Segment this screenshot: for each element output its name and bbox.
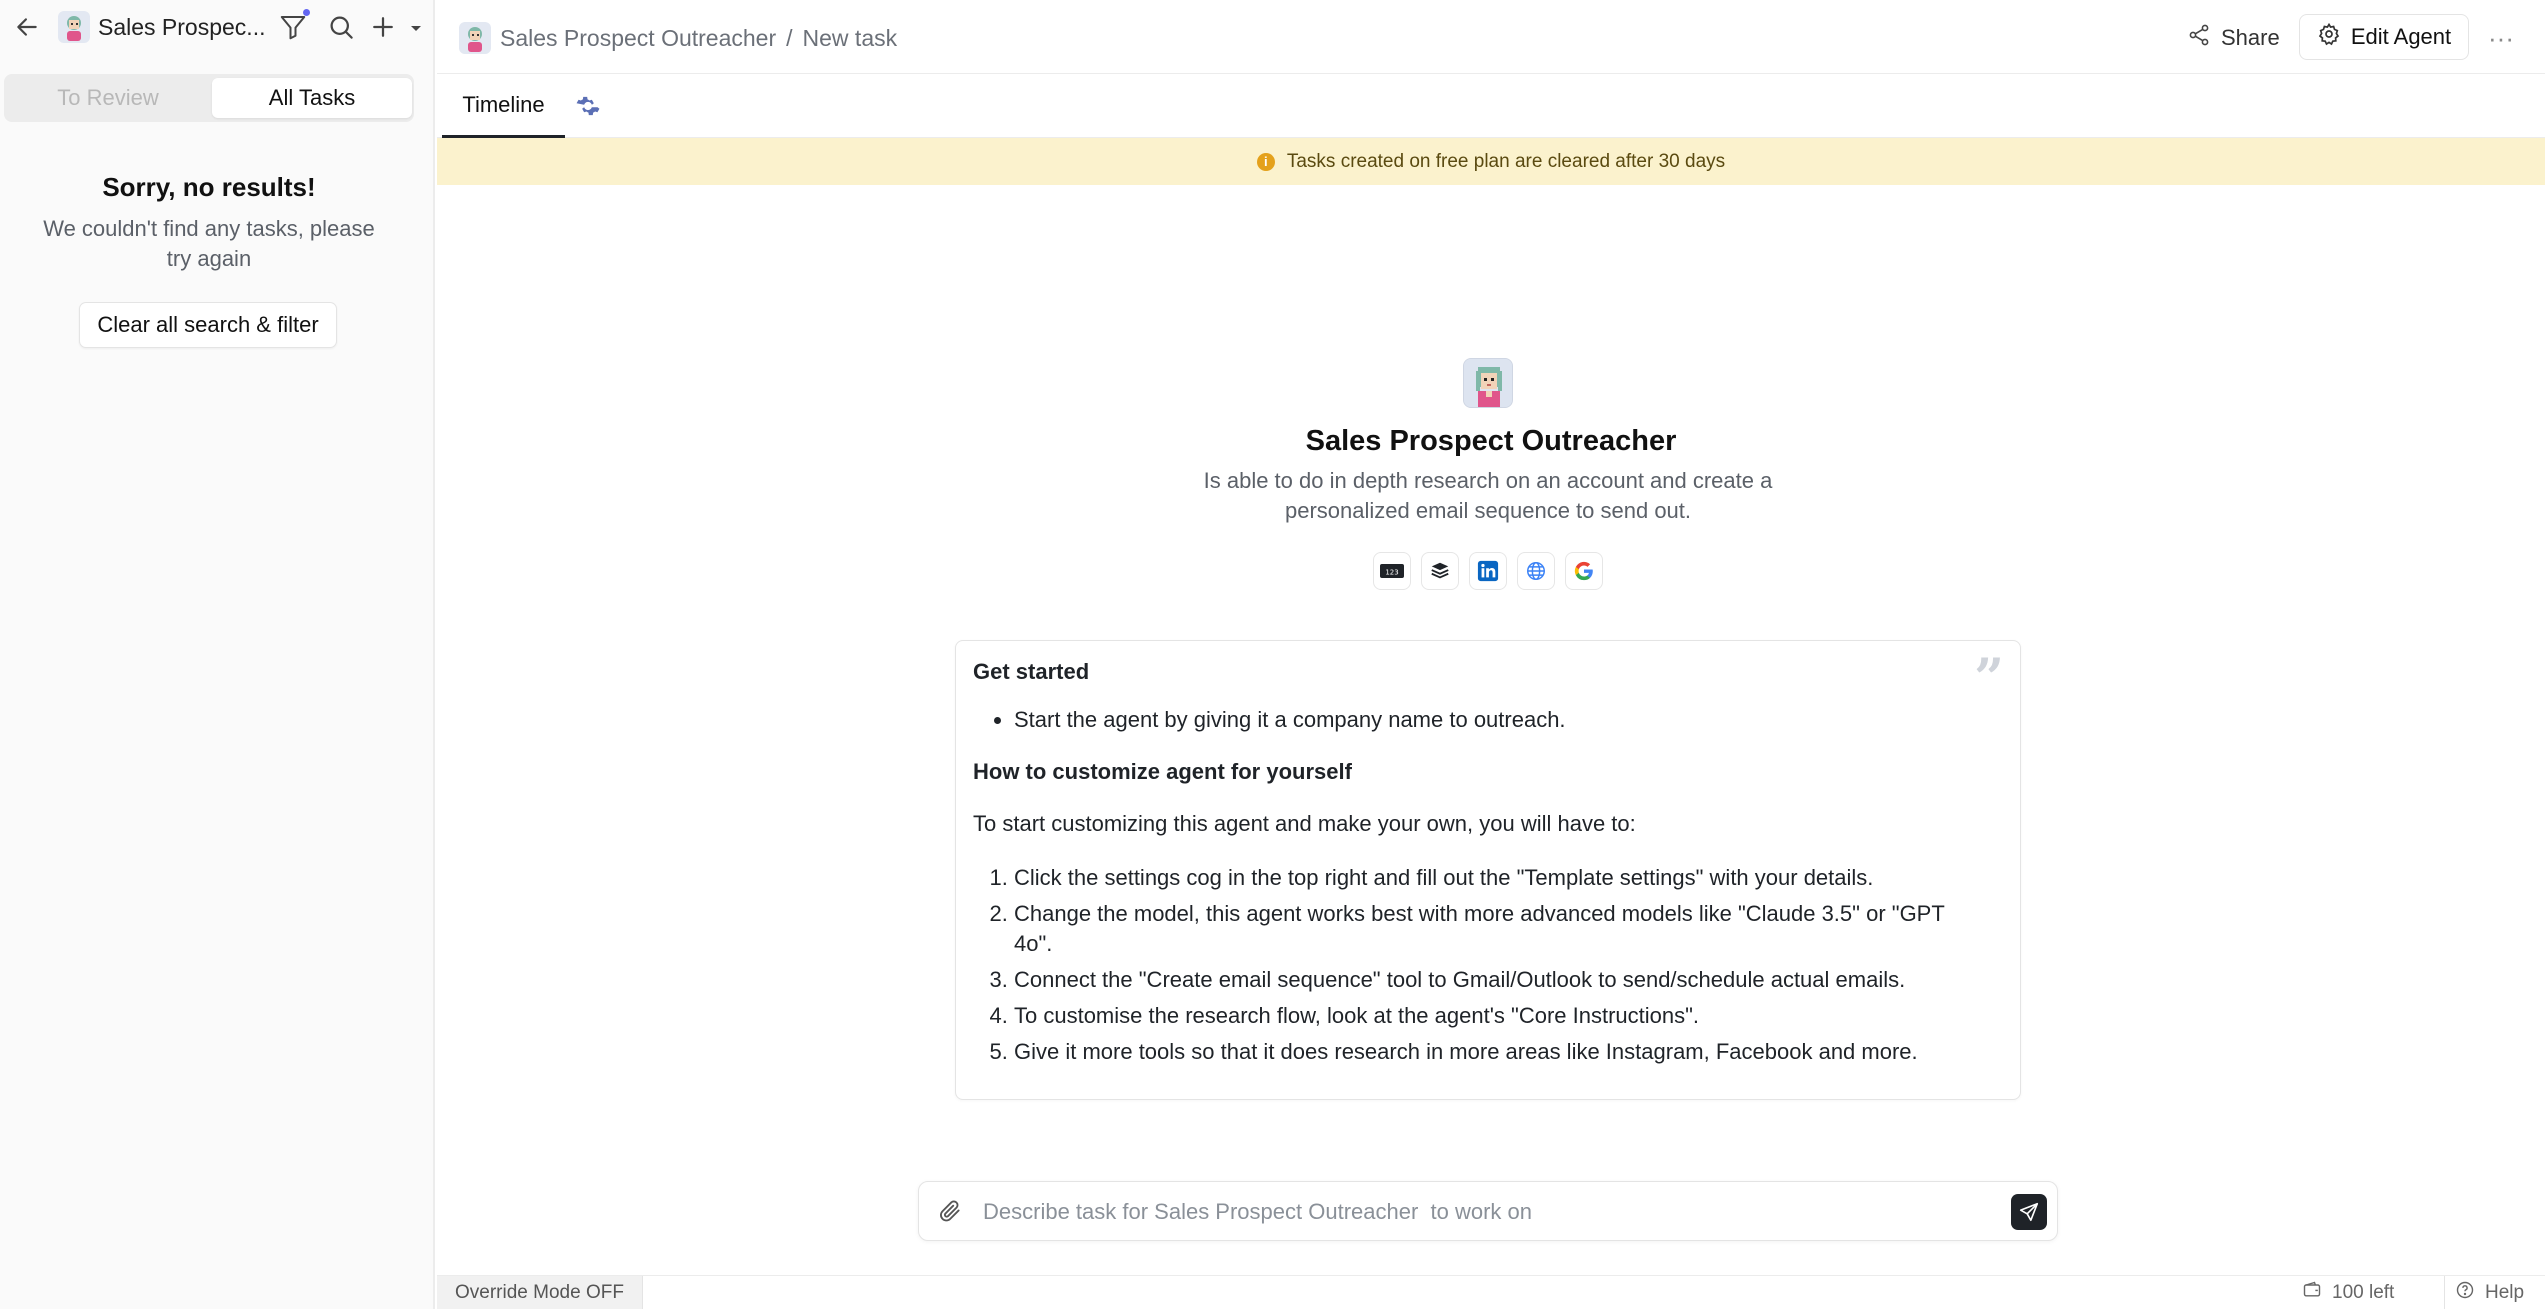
breadcrumb: Sales Prospect Outreacher / New task xyxy=(500,25,897,52)
get-started-card: ” Get started Start the agent by giving … xyxy=(955,640,2021,1100)
tab-all-tasks[interactable]: All Tasks xyxy=(212,78,412,118)
filter-icon[interactable] xyxy=(278,12,310,44)
send-icon xyxy=(2019,1202,2039,1222)
help-label: Help xyxy=(2485,1282,2525,1303)
agent-description: Is able to do in depth research on an ac… xyxy=(1203,468,1773,523)
breadcrumb-agent[interactable]: Sales Prospect Outreacher xyxy=(500,25,776,51)
help-icon xyxy=(2455,1280,2475,1306)
list-item: Change the model, this agent works best … xyxy=(1014,899,1964,959)
task-input-bar xyxy=(918,1181,2058,1241)
breadcrumb-separator: / xyxy=(786,25,793,51)
banner-text: Tasks created on free plan are cleared a… xyxy=(1286,150,1726,172)
counter-tool-icon[interactable]: 123 xyxy=(1373,552,1411,590)
tab-to-review[interactable]: To Review xyxy=(8,78,208,118)
list-item: Give it more tools so that it does resea… xyxy=(1014,1037,1964,1067)
paperclip-icon[interactable] xyxy=(937,1198,965,1226)
settings-gear-icon[interactable] xyxy=(574,92,602,120)
free-plan-banner: i Tasks created on free plan are cleared… xyxy=(437,138,2545,185)
add-task-icon[interactable] xyxy=(368,12,400,44)
quote-icon: ” xyxy=(1974,648,2004,709)
card-intro: To start customizing this agent and make… xyxy=(973,811,1636,836)
list-item: Click the settings cog in the top right … xyxy=(1014,863,1964,893)
list-item: To customise the research flow, look at … xyxy=(1014,1001,1964,1031)
agent-name: Sales Prospect Outreacher xyxy=(1305,425,1677,457)
counter-tool-text: 123 xyxy=(1385,569,1398,577)
tab-timeline[interactable]: Timeline xyxy=(442,74,565,138)
list-item: Start the agent by giving it a company n… xyxy=(1014,705,1973,735)
override-mode-toggle[interactable]: Override Mode OFF xyxy=(437,1276,643,1309)
share-label: Share xyxy=(2221,25,2280,50)
edit-agent-button[interactable]: Edit Agent xyxy=(2299,14,2469,60)
clear-search-filter-button[interactable]: Clear all search & filter xyxy=(79,302,337,348)
agent-avatar-large-icon xyxy=(1463,358,1513,408)
search-icon[interactable] xyxy=(326,12,358,44)
agent-avatar-icon xyxy=(459,22,491,54)
agent-avatar-icon xyxy=(58,11,90,43)
empty-state-description: We couldn't find any tasks, please try a… xyxy=(43,216,375,271)
task-filter-tabs: To Review All Tasks xyxy=(4,74,414,122)
sidebar-header: Sales Prospec... xyxy=(0,0,435,54)
back-icon[interactable] xyxy=(12,12,42,42)
send-button[interactable] xyxy=(2011,1194,2047,1230)
gear-icon xyxy=(2317,22,2341,52)
credits-label: 100 left xyxy=(2332,1282,2395,1303)
more-options-icon[interactable]: ··· xyxy=(2485,22,2517,54)
list-item: Connect the "Create email sequence" tool… xyxy=(1014,965,1964,995)
card-heading-customize: How to customize agent for yourself xyxy=(973,759,1352,784)
breadcrumb-current: New task xyxy=(802,25,898,51)
content-tabs: Timeline xyxy=(437,74,2545,138)
get-started-list: Start the agent by giving it a company n… xyxy=(973,705,1973,735)
google-icon[interactable] xyxy=(1565,552,1603,590)
edit-agent-label: Edit Agent xyxy=(2350,24,2452,49)
sidebar: Sales Prospec... To Review All Tasks Sor… xyxy=(0,0,435,1309)
wallet-icon xyxy=(2302,1280,2322,1306)
agent-tools: 123 xyxy=(1373,552,1603,590)
linkedin-icon[interactable] xyxy=(1469,552,1507,590)
chevron-down-icon[interactable] xyxy=(406,18,426,38)
share-icon xyxy=(2187,23,2211,53)
task-description-input[interactable] xyxy=(983,1192,1983,1232)
top-header: Sales Prospect Outreacher / New task Share… xyxy=(437,0,2545,74)
customize-steps: Click the settings cog in the top right … xyxy=(973,863,1973,1067)
credits-indicator: 100 left xyxy=(2302,1276,2394,1309)
stack-tool-icon[interactable] xyxy=(1421,552,1459,590)
globe-icon[interactable] xyxy=(1517,552,1555,590)
filter-active-dot xyxy=(303,9,310,16)
help-button[interactable]: Help xyxy=(2444,1276,2524,1309)
card-heading-get-started: Get started xyxy=(973,659,1090,684)
info-icon: i xyxy=(1256,152,1275,171)
share-button[interactable]: Share xyxy=(2187,22,2280,54)
status-footer: Override Mode OFF 100 left Help xyxy=(437,1275,2545,1309)
sidebar-agent-title: Sales Prospec... xyxy=(98,14,266,40)
empty-state-title: Sorry, no results! xyxy=(102,172,316,202)
